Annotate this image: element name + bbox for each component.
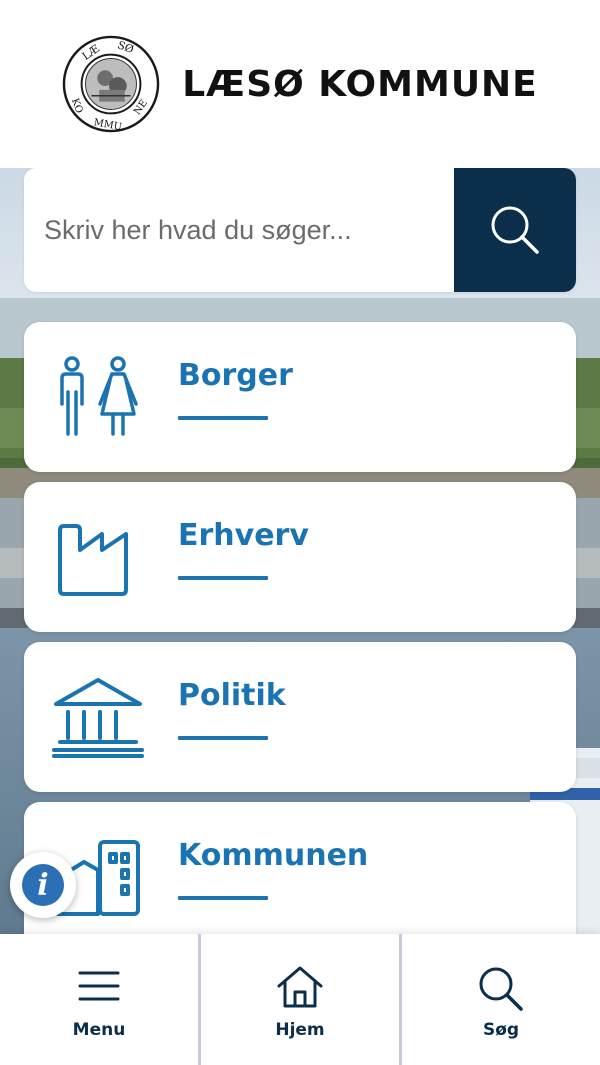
search-icon — [491, 206, 539, 254]
nav-home[interactable]: Hjem — [198, 934, 399, 1065]
category-card-kommunen[interactable]: Kommunen — [24, 802, 576, 952]
home-icon — [277, 966, 323, 1008]
category-label-borger: Borger — [178, 358, 293, 393]
factory-icon — [58, 524, 128, 596]
site-header: LÆ SØ KO MMU NE LÆSØ KOMMUNE — [0, 0, 600, 168]
category-card-erhverv[interactable]: Erhverv — [24, 482, 576, 632]
nav-search[interactable]: Søg — [399, 934, 600, 1065]
category-card-politik[interactable]: Politik — [24, 642, 576, 792]
info-icon: i — [22, 864, 64, 906]
search-icon — [479, 967, 523, 1011]
search-bar — [24, 168, 576, 292]
nav-search-label: Søg — [482, 1020, 520, 1040]
category-card-borger[interactable]: Borger — [24, 322, 576, 472]
search-input[interactable] — [24, 168, 454, 292]
nav-home-label: Hjem — [275, 1020, 325, 1040]
category-underline — [178, 736, 268, 740]
search-button[interactable] — [454, 168, 576, 292]
nav-menu-label: Menu — [72, 1020, 126, 1040]
category-label-politik: Politik — [178, 678, 286, 713]
brand-title[interactable]: LÆSØ KOMMUNE — [182, 64, 538, 105]
nav-menu[interactable]: Menu — [0, 934, 198, 1065]
category-label-erhverv: Erhverv — [178, 518, 309, 553]
category-underline — [178, 576, 268, 580]
municipality-seal-logo[interactable]: LÆ SØ KO MMU NE — [62, 35, 160, 133]
people-icon — [60, 356, 138, 436]
bottom-navigation: Menu Hjem Søg — [0, 934, 600, 1065]
category-underline — [178, 896, 268, 900]
info-button[interactable]: i — [10, 852, 76, 918]
government-building-icon — [52, 678, 144, 758]
category-underline — [178, 416, 268, 420]
category-label-kommunen: Kommunen — [178, 838, 369, 873]
hamburger-menu-icon — [78, 971, 120, 1001]
